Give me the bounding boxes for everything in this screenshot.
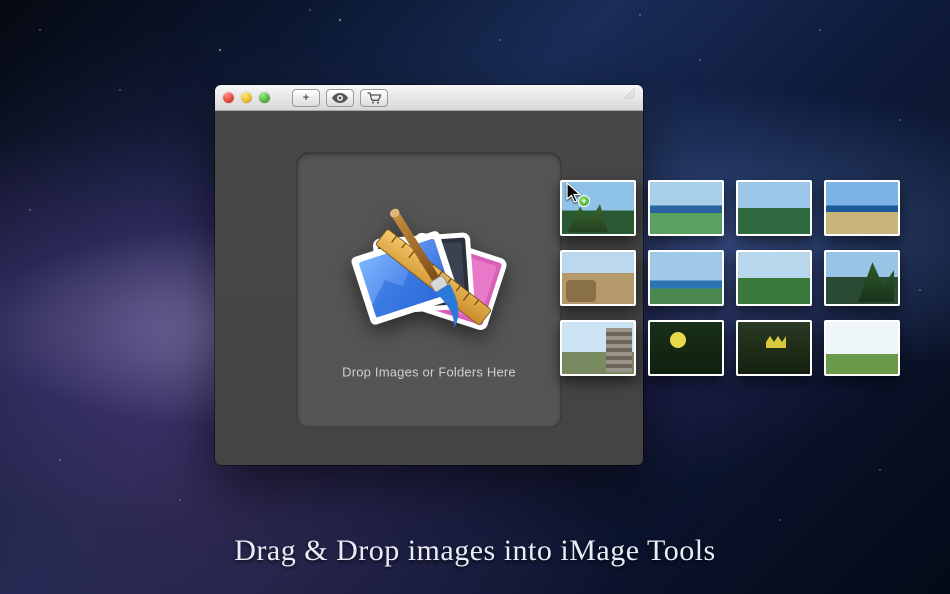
plus-icon: + xyxy=(303,92,309,104)
eye-icon xyxy=(332,93,348,103)
image-drop-zone[interactable]: Drop Images or Folders Here xyxy=(297,153,562,428)
cart-icon xyxy=(367,92,382,104)
export-button[interactable] xyxy=(360,89,388,107)
dragged-thumbnail xyxy=(648,320,724,376)
window-traffic-lights xyxy=(223,92,270,103)
dragged-thumbnail xyxy=(824,180,900,236)
dragged-thumbnail xyxy=(824,320,900,376)
dragged-thumbnail xyxy=(736,180,812,236)
promo-caption: Drag & Drop images into iMage Tools xyxy=(0,534,950,568)
dragged-thumbnail xyxy=(736,320,812,376)
window-titlebar: + xyxy=(215,85,643,111)
add-button[interactable]: + xyxy=(292,89,320,107)
preview-button[interactable] xyxy=(326,89,354,107)
minimize-button[interactable] xyxy=(241,92,252,103)
close-button[interactable] xyxy=(223,92,234,103)
drop-hint-text: Drop Images or Folders Here xyxy=(342,365,516,380)
resize-grip-icon xyxy=(623,87,635,99)
dragged-thumbnail xyxy=(736,250,812,306)
zoom-button[interactable] xyxy=(259,92,270,103)
dragged-thumbnail xyxy=(648,250,724,306)
app-window: + xyxy=(215,85,643,465)
dragged-thumbnail xyxy=(648,180,724,236)
dragged-thumbnail xyxy=(824,250,900,306)
app-icon xyxy=(347,195,512,345)
